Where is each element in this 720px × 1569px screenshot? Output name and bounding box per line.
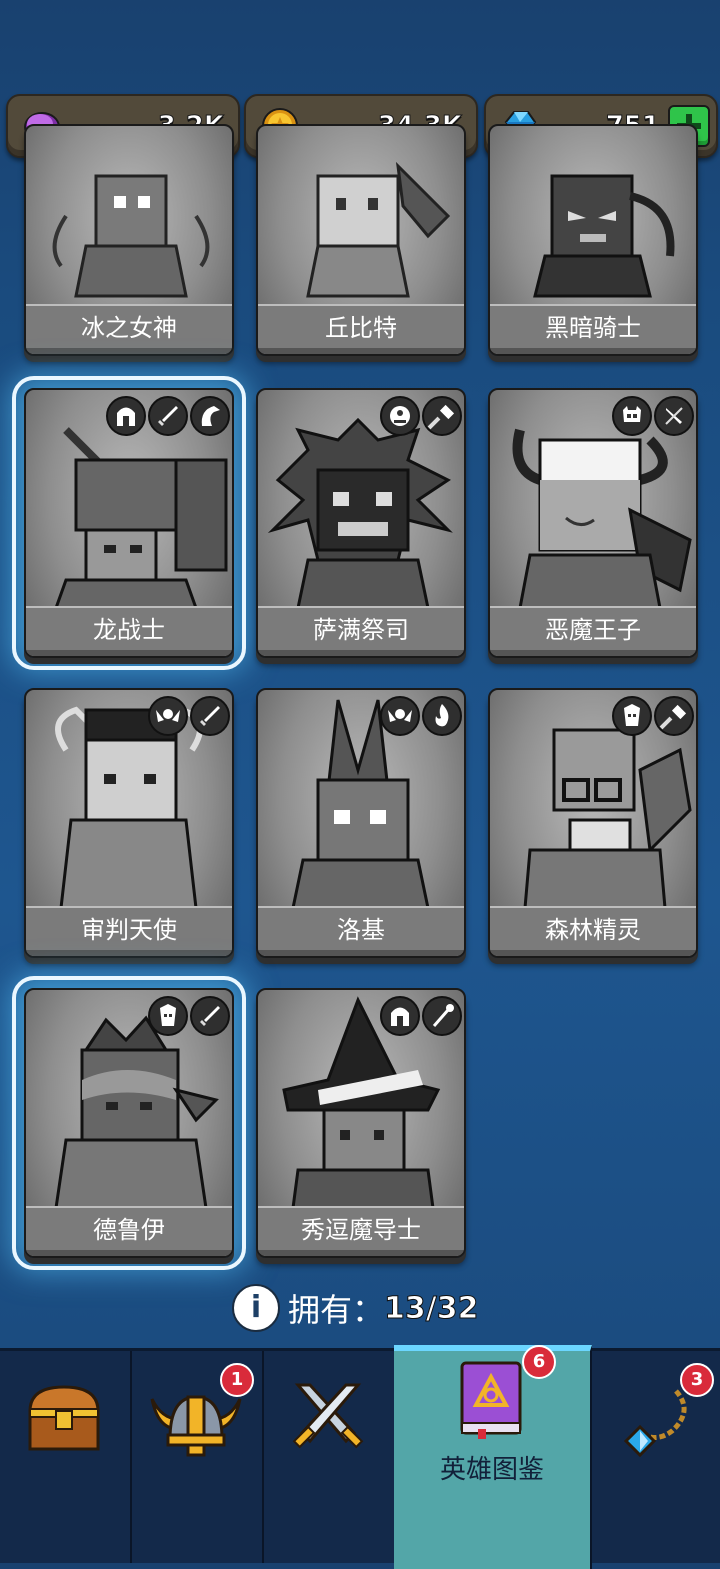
hero-card-demon-prince[interactable]: 恶魔王子 [488, 388, 698, 658]
nav-item-label: 英雄图鉴 [439, 1455, 544, 1485]
dagger-icon [654, 396, 694, 436]
hero-name: 黑暗骑士 [490, 304, 696, 354]
demon-skull-icon [612, 396, 652, 436]
staff-icon [422, 996, 462, 1036]
hero-card-shaman[interactable]: 萨满祭司 [256, 388, 466, 658]
hero-card-loki[interactable]: 洛基 [256, 688, 466, 958]
amulet-icon [623, 1389, 687, 1458]
hero-name: 秀逗魔导士 [258, 1206, 464, 1256]
hero-card-forest-elf[interactable]: 森林精灵 [488, 688, 698, 958]
dragon-icon [190, 396, 230, 436]
angel-wings-icon [148, 696, 188, 736]
sword-icon [148, 396, 188, 436]
notification-badge: 1 [220, 1363, 254, 1397]
hero-card-druid[interactable]: 德鲁伊 [12, 976, 246, 1270]
hero-portrait [533, 174, 675, 298]
sword-icon [190, 696, 230, 736]
nav-item-equipment[interactable]: 3 [590, 1351, 720, 1563]
fire-icon [422, 696, 462, 736]
hero-card-ice-goddess[interactable]: 冰之女神 [24, 124, 234, 356]
nav-item-battle[interactable] [262, 1351, 396, 1563]
hero-name: 冰之女神 [26, 304, 232, 354]
nav-item-hero-codex[interactable]: 英雄图鉴 6 [394, 1345, 592, 1569]
hero-name: 萨满祭司 [258, 606, 464, 656]
crossed-swords-icon [292, 1383, 364, 1449]
hero-card-judgment-angel[interactable]: 审判天使 [24, 688, 234, 958]
hero-name: 审判天使 [26, 906, 232, 956]
hero-name: 丘比特 [258, 304, 464, 354]
hero-card-dark-knight[interactable]: 黑暗骑士 [488, 124, 698, 356]
bottom-nav: 1 英雄图鉴 6 3 [0, 1345, 720, 1569]
sword-icon [190, 996, 230, 1036]
helmet-icon [380, 996, 420, 1036]
hero-name: 森林精灵 [490, 906, 696, 956]
hero-portrait [52, 174, 210, 298]
nav-item-chest[interactable] [0, 1351, 132, 1563]
hero-portrait [306, 161, 451, 298]
helmet-icon [106, 396, 146, 436]
owned-label: 拥有： [288, 1291, 385, 1329]
info-icon[interactable]: i [232, 1284, 280, 1332]
owned-count: 13/32 [384, 1290, 479, 1326]
owned-counter: i 拥有： 13/32 [232, 1284, 479, 1332]
hero-name: 洛基 [258, 906, 464, 956]
orc-icon [380, 396, 420, 436]
elf-icon [148, 996, 188, 1036]
hero-card-dragon-warrior[interactable]: 龙战士 [12, 376, 246, 670]
hammer-icon [654, 696, 694, 736]
hero-name: 龙战士 [26, 606, 232, 656]
angel-wings-icon [380, 696, 420, 736]
elf-icon [612, 696, 652, 736]
hero-name: 恶魔王子 [490, 606, 696, 656]
treasure-chest-icon [28, 1385, 100, 1451]
hero-name: 德鲁伊 [26, 1206, 232, 1256]
nav-item-heroes[interactable]: 1 [130, 1351, 264, 1563]
hero-card-cupid[interactable]: 丘比特 [256, 124, 466, 356]
notification-badge: 3 [680, 1363, 714, 1397]
hero-card-slayers-mage[interactable]: 秀逗魔导士 [256, 988, 466, 1258]
hammer-icon [422, 396, 462, 436]
notification-badge: 6 [522, 1345, 556, 1379]
spellbook-icon [460, 1361, 522, 1439]
